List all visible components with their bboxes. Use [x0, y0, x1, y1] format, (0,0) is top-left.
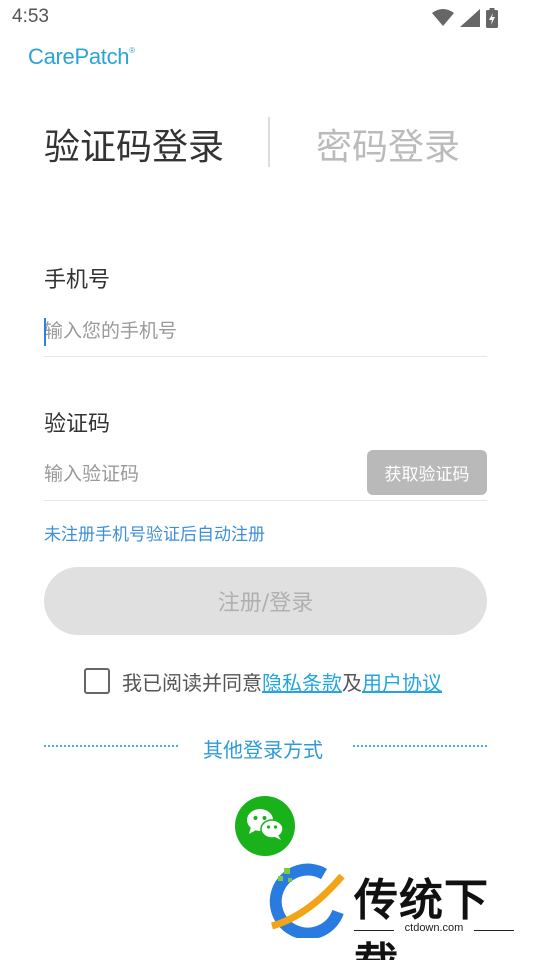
battery-icon [486, 8, 498, 32]
tab-sms-login[interactable]: 验证码登录 [44, 118, 224, 170]
watermark: 传统下载 ctdown.com [268, 862, 518, 960]
code-label: 验证码 [44, 412, 111, 437]
other-login-label: 其他登录方式 [203, 738, 323, 762]
logo-text: CarePatch [28, 44, 130, 69]
phone-field [44, 312, 487, 357]
agreement-checkbox[interactable] [84, 668, 110, 694]
tab-divider [268, 117, 270, 167]
wechat-icon [245, 807, 285, 845]
watermark-brand: 传统下载 [354, 875, 489, 960]
register-login-button[interactable]: 注册/登录 [44, 567, 487, 635]
wechat-login-button[interactable] [235, 796, 295, 856]
status-time: 4:53 [12, 6, 49, 27]
privacy-link[interactable]: 隐私条款 [262, 667, 342, 696]
signal-icon [460, 9, 480, 31]
agreement-and: 及 [342, 670, 362, 695]
phone-input[interactable] [44, 312, 487, 356]
tab-password-login[interactable]: 密码登录 [316, 118, 460, 170]
code-input[interactable] [44, 454, 344, 500]
divider-dots-right [353, 745, 487, 747]
wifi-icon [432, 9, 454, 31]
terms-link[interactable]: 用户协议 [362, 667, 442, 696]
get-code-button[interactable]: 获取验证码 [367, 450, 487, 495]
agreement-prefix: 我已阅读并同意 [122, 670, 262, 695]
status-bar: 4:53 [0, 0, 540, 36]
phone-label: 手机号 [44, 268, 111, 293]
watermark-line-right [474, 930, 514, 931]
agreement-row: 我已阅读并同意 隐私条款及用户协议 [84, 666, 442, 696]
auto-register-hint: 未注册手机号验证后自动注册 [44, 525, 265, 545]
text-caret [44, 318, 46, 346]
app-logo: CarePatch® [28, 44, 135, 70]
status-icons [432, 8, 498, 32]
divider-dots-left [44, 745, 178, 747]
watermark-url: ctdown.com [404, 922, 464, 934]
logo-registered-mark: ® [129, 46, 135, 55]
